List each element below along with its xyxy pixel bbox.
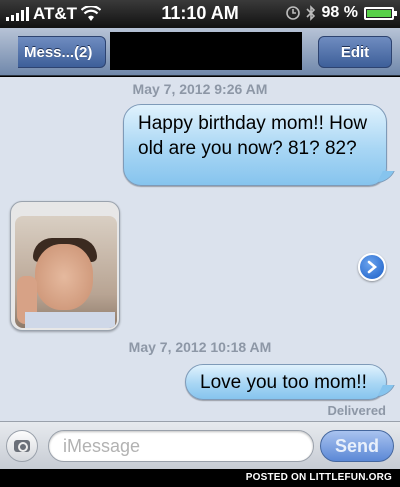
- back-button-label: Mess...(2): [24, 43, 93, 61]
- received-photo-bubble[interactable]: [10, 201, 120, 331]
- clock-icon: [285, 6, 300, 20]
- delivered-status: Delivered: [327, 403, 386, 418]
- status-bar: AT&T 11:10 AM 98 %: [0, 0, 400, 28]
- camera-button[interactable]: [6, 430, 38, 462]
- imessage-input[interactable]: [48, 430, 314, 462]
- camera-icon: [14, 440, 30, 452]
- back-to-messages-button[interactable]: Mess...(2): [18, 36, 106, 68]
- forward-icon[interactable]: [358, 253, 386, 281]
- timestamp: May 7, 2012 10:18 AM: [128, 339, 272, 355]
- send-button-label: Send: [334, 435, 379, 456]
- bubble-tail: [377, 385, 395, 397]
- watermark: POSTED ON LITTLEFUN.ORG: [0, 469, 400, 487]
- battery-fill: [367, 9, 391, 17]
- conversation-view[interactable]: May 7, 2012 9:26 AM Happy birthday mom!!…: [0, 77, 400, 421]
- battery-icon: [364, 6, 397, 20]
- battery-percent: 98 %: [321, 4, 358, 21]
- message-text: Love you too mom!!: [200, 372, 367, 393]
- chevron-right-icon: [367, 260, 378, 274]
- send-button[interactable]: Send: [320, 430, 394, 462]
- received-photo[interactable]: [15, 216, 117, 328]
- bubble-tail: [377, 171, 395, 183]
- sent-message-bubble[interactable]: Love you too mom!!: [185, 364, 395, 400]
- sent-message-bubble[interactable]: Happy birthday mom!! How old are you now…: [123, 104, 395, 186]
- bluetooth-icon: [305, 5, 315, 21]
- status-right-group: 98 %: [285, 4, 397, 22]
- edit-button-label: Edit: [340, 43, 370, 61]
- message-text: Happy birthday mom!! How old are you now…: [138, 113, 368, 159]
- edit-button[interactable]: Edit: [318, 36, 392, 68]
- timestamp: May 7, 2012 9:26 AM: [132, 81, 268, 97]
- contact-name-redaction: [110, 32, 302, 70]
- input-bar: Send: [0, 421, 400, 469]
- nav-bar: Mess...(2) Edit: [0, 28, 400, 76]
